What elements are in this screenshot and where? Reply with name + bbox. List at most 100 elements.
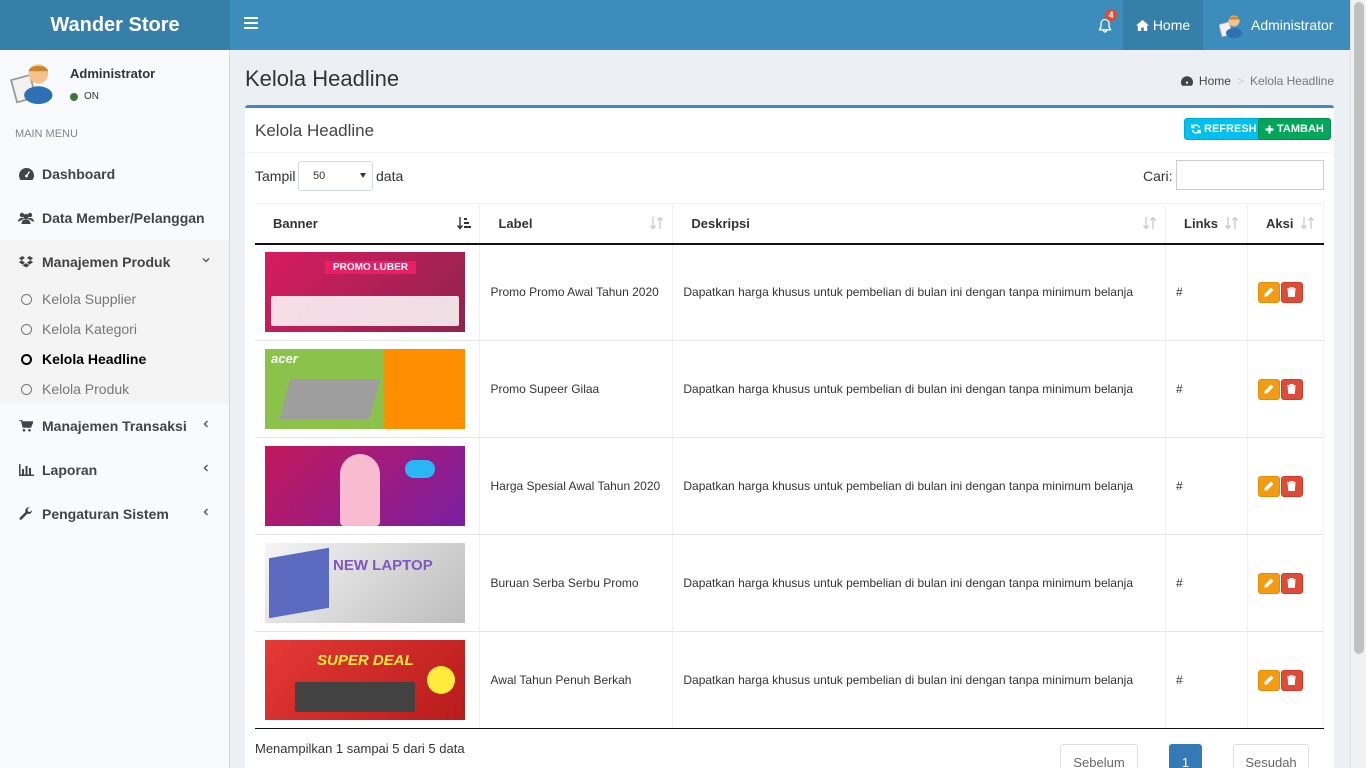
sidebar-item-label: Pengaturan Sistem xyxy=(42,506,169,522)
column-header-label: Links xyxy=(1184,215,1218,231)
delete-button[interactable] xyxy=(1280,378,1303,400)
notification-count-badge: 4 xyxy=(1105,9,1117,21)
sidebar-subitem-product[interactable]: Kelola Produk xyxy=(0,374,229,404)
nav-home-link[interactable]: Home xyxy=(1123,0,1203,50)
chevron-down-icon xyxy=(202,258,210,263)
pagination-next-button[interactable]: Sesudah xyxy=(1233,744,1309,768)
column-header-label: Banner xyxy=(273,215,318,231)
top-navbar: Wander Store 4 Home Administrator xyxy=(0,0,1350,50)
add-button[interactable]: TAMBAH xyxy=(1258,118,1331,140)
label-cell: Harga Spesial Awal Tahun 2020 xyxy=(479,437,674,535)
label-cell: Buruan Serba Serbu Promo xyxy=(479,534,674,632)
link-cell[interactable]: # xyxy=(1165,340,1248,438)
actions-cell xyxy=(1247,243,1325,341)
sidebar-item-members[interactable]: Data Member/Pelanggan xyxy=(0,196,229,240)
banner-laptop-shape xyxy=(279,379,381,419)
banner-image[interactable]: NEW LAPTOP xyxy=(265,543,465,623)
sidebar-subitem-label: Kelola Produk xyxy=(42,381,130,397)
edit-button[interactable] xyxy=(1257,669,1280,691)
table-row: Harga Spesial Awal Tahun 2020 Dapatkan h… xyxy=(255,437,1325,535)
sidebar-item-settings[interactable]: Pengaturan Sistem xyxy=(0,492,229,536)
scrollbar-thumb[interactable] xyxy=(1354,2,1364,654)
chevron-left-icon xyxy=(203,420,208,428)
delete-button[interactable] xyxy=(1280,475,1303,497)
brand-logo[interactable]: Wander Store xyxy=(0,0,230,50)
user-status-label: ON xyxy=(84,91,99,102)
sidebar-item-dashboard[interactable]: Dashboard xyxy=(0,152,229,196)
delete-button[interactable] xyxy=(1280,572,1303,594)
sidebar-subitem-supplier[interactable]: Kelola Supplier xyxy=(0,284,229,314)
banner-badge-shape xyxy=(405,460,435,478)
online-dot-icon xyxy=(70,92,78,101)
refresh-button[interactable]: REFRESH xyxy=(1184,118,1264,140)
table-row: SUPER DEAL Awal Tahun Penuh Berkah Dapat… xyxy=(255,631,1325,729)
link-cell[interactable]: # xyxy=(1165,437,1248,535)
link-cell[interactable]: # xyxy=(1165,631,1248,729)
actions-cell xyxy=(1247,631,1325,729)
banner-image[interactable]: SUPER DEAL xyxy=(265,640,465,720)
bar-chart-icon xyxy=(18,464,34,476)
dropbox-icon xyxy=(19,256,33,268)
table-row: acer Promo Supeer Gilaa Dapatkan harga k… xyxy=(255,340,1325,438)
table-header-row: Banner Label Deskripsi Links Aksi xyxy=(255,203,1325,245)
headline-box: Kelola Headline REFRESH TAMBAH Tampil 50… xyxy=(245,105,1334,768)
sort-icon xyxy=(1301,217,1315,230)
link-cell[interactable]: # xyxy=(1165,243,1248,341)
nav-home-label: Home xyxy=(1152,17,1191,33)
link-cell[interactable]: # xyxy=(1165,534,1248,632)
sidebar-item-transactions[interactable]: Manajemen Transaksi xyxy=(0,404,229,448)
column-header-links[interactable]: Links xyxy=(1165,203,1248,245)
banner-image[interactable] xyxy=(265,446,465,526)
column-header-label: Aksi xyxy=(1265,215,1294,231)
banner-image[interactable]: PROMO LUBER xyxy=(265,252,465,333)
delete-button[interactable] xyxy=(1280,669,1303,691)
sidebar-subitem-headline[interactable]: Kelola Headline xyxy=(0,344,229,374)
column-header-actions[interactable]: Aksi xyxy=(1247,203,1325,245)
breadcrumb-home-link[interactable]: Home xyxy=(1199,74,1231,88)
sidebar-item-label: Data Member/Pelanggan xyxy=(42,210,205,226)
user-status: ON xyxy=(70,91,99,102)
box-title: Kelola Headline xyxy=(255,121,375,140)
pencil-icon xyxy=(1264,287,1274,297)
headline-table: Banner Label Deskripsi Links Aksi PROMO … xyxy=(255,203,1325,729)
column-header-label[interactable]: Label xyxy=(479,203,674,245)
edit-button[interactable] xyxy=(1257,475,1280,497)
user-menu[interactable]: Administrator xyxy=(1203,0,1350,50)
pagination-prev-button[interactable]: Sebelum xyxy=(1060,744,1138,768)
dashboard-icon xyxy=(18,168,34,180)
banner-image[interactable]: acer xyxy=(265,349,465,429)
chevron-left-icon xyxy=(203,508,208,516)
column-header-label: Label xyxy=(498,215,533,231)
sort-icon xyxy=(650,217,664,230)
banner-product-strip xyxy=(271,296,459,327)
notifications-button[interactable]: 4 xyxy=(1088,0,1122,50)
delete-button[interactable] xyxy=(1280,281,1303,303)
entries-per-page-select[interactable]: 50 xyxy=(298,161,373,191)
sidebar-toggle-button[interactable] xyxy=(244,17,258,29)
edit-button[interactable] xyxy=(1257,281,1280,303)
table-row: PROMO LUBER Promo Promo Awal Tahun 2020 … xyxy=(255,243,1325,341)
column-header-banner[interactable]: Banner xyxy=(255,203,481,245)
description-cell: Dapatkan harga khusus untuk pembelian di… xyxy=(672,437,1167,535)
edit-button[interactable] xyxy=(1257,378,1280,400)
page-scrollbar[interactable] xyxy=(1350,0,1366,768)
sidebar-subitem-category[interactable]: Kelola Kategori xyxy=(0,314,229,344)
column-header-description[interactable]: Deskripsi xyxy=(672,203,1167,245)
pencil-icon xyxy=(1264,578,1274,588)
box-divider xyxy=(245,152,1334,153)
description-cell: Dapatkan harga khusus untuk pembelian di… xyxy=(672,534,1167,632)
refresh-label: REFRESH xyxy=(1204,123,1257,135)
circle-icon xyxy=(21,353,32,365)
pagination-page-1[interactable]: 1 xyxy=(1169,744,1202,768)
breadcrumb-current: Kelola Headline xyxy=(1249,74,1334,88)
table-row: NEW LAPTOP Buruan Serba Serbu Promo Dapa… xyxy=(255,534,1325,632)
user-avatar xyxy=(10,64,53,104)
sidebar-item-label: Manajemen Transaksi xyxy=(42,418,187,434)
description-cell: Dapatkan harga khusus untuk pembelian di… xyxy=(672,243,1167,341)
sidebar-item-product-management[interactable]: Manajemen Produk xyxy=(0,240,229,284)
edit-button[interactable] xyxy=(1257,572,1280,594)
page-title: Kelola Headline xyxy=(245,66,400,91)
search-input[interactable] xyxy=(1176,160,1324,190)
pencil-icon xyxy=(1264,675,1274,685)
sidebar-item-reports[interactable]: Laporan xyxy=(0,448,229,492)
